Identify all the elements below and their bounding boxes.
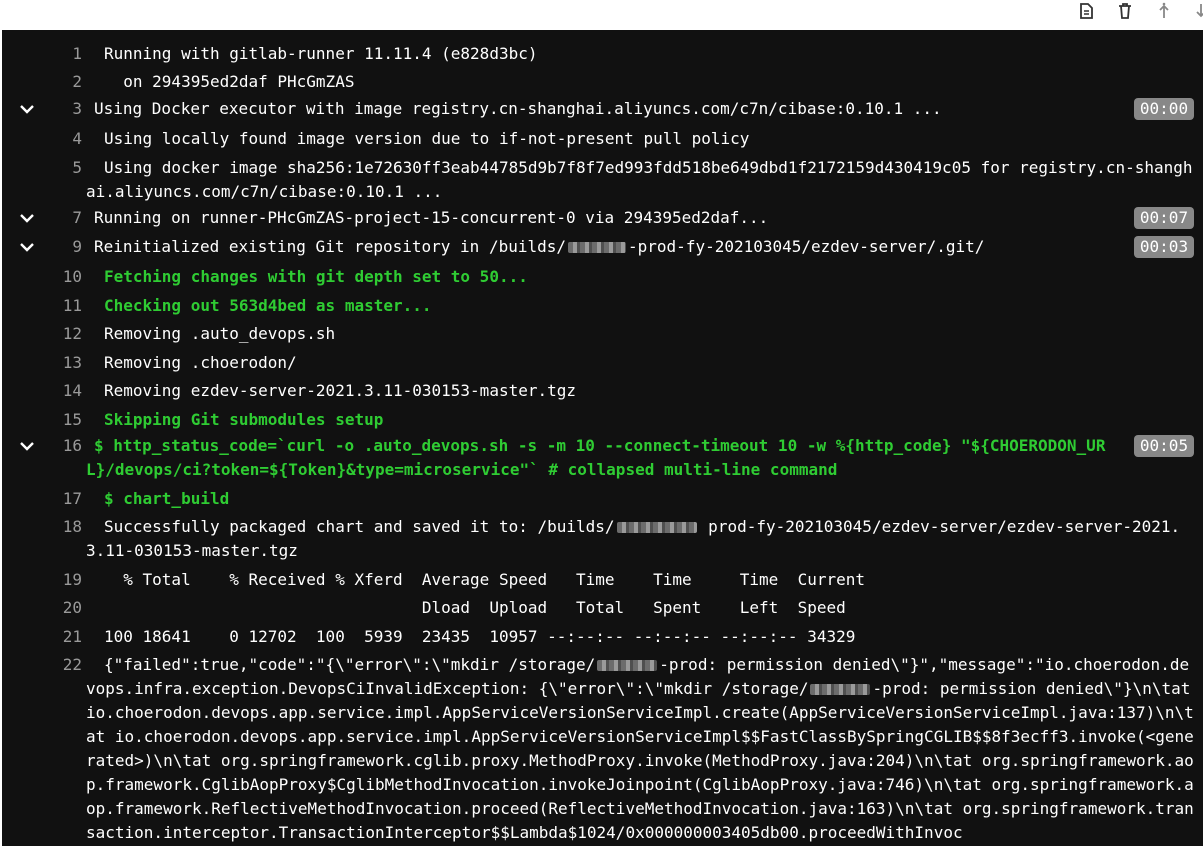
line-number[interactable]: 14: [63, 379, 82, 403]
log-section-header[interactable]: 16 $ http_status_code=`curl -o .auto_dev…: [2, 434, 1203, 482]
job-toolbar: [0, 0, 1203, 30]
document-icon[interactable]: [1074, 0, 1098, 22]
trash-icon[interactable]: [1113, 0, 1137, 22]
log-line: 2 on 294395ed2daf PHcGmZAS: [2, 70, 1203, 94]
redacted-text: [597, 660, 658, 671]
redacted-text: [568, 242, 627, 253]
job-log: 1 Running with gitlab-runner 11.11.4 (e8…: [2, 30, 1203, 846]
log-line: 10 Fetching changes with git depth set t…: [2, 265, 1203, 289]
line-number[interactable]: 20: [63, 596, 82, 620]
log-section-header[interactable]: 3 Using Docker executor with image regis…: [2, 97, 1203, 121]
line-number[interactable]: 9: [72, 235, 82, 259]
line-number[interactable]: 11: [63, 294, 82, 318]
line-number[interactable]: 15: [63, 408, 82, 432]
log-line: 5 Using docker image sha256:1e72630ff3ea…: [2, 156, 1203, 204]
log-line: 17 $ chart_build: [2, 487, 1203, 511]
log-line: 19 % Total % Received % Xferd Average Sp…: [2, 568, 1203, 592]
line-number[interactable]: 10: [63, 265, 82, 289]
line-number[interactable]: 17: [63, 487, 82, 511]
log-line: 15 Skipping Git submodules setup: [2, 408, 1203, 432]
section-duration-badge: 00:00: [1134, 98, 1194, 120]
log-line: 13 Removing .choerodon/: [2, 351, 1203, 375]
log-text-segment: {"failed":true,"code":"{\"error\":\"mkdi…: [104, 655, 596, 674]
chevron-down-icon[interactable]: [18, 101, 36, 117]
log-text-segment: Successfully packaged chart and saved it…: [104, 517, 615, 536]
log-text-segment: Reinitialized existing Git repository in…: [94, 237, 567, 256]
log-text: Dload Upload Total Spent Left Speed: [104, 598, 846, 617]
line-number[interactable]: 4: [72, 127, 82, 151]
log-text: Reinitialized existing Git repository in…: [94, 235, 1114, 259]
log-line: 22 {"failed":true,"code":"{\"error\":\"m…: [2, 653, 1203, 845]
line-number[interactable]: 18: [63, 515, 82, 539]
log-text: $ chart_build: [104, 489, 230, 508]
log-section-header[interactable]: 9 Reinitialized existing Git repository …: [2, 235, 1203, 259]
chevron-down-icon[interactable]: [18, 438, 36, 454]
log-text: 100 18641 0 12702 100 5939 23435 10957 -…: [104, 627, 856, 646]
log-text: Checking out 563d4bed as master...: [104, 296, 432, 315]
chevron-down-icon[interactable]: [18, 210, 36, 226]
log-text: Using locally found image version due to…: [104, 129, 750, 148]
redacted-text: [616, 522, 697, 533]
log-text: Skipping Git submodules setup: [104, 410, 384, 429]
line-number[interactable]: 12: [63, 322, 82, 346]
log-text-segment: -prod: permission denied\"}\n\tat io.cho…: [86, 679, 1200, 842]
line-number[interactable]: 13: [63, 351, 82, 375]
line-number[interactable]: 21: [63, 625, 82, 649]
scroll-bottom-icon[interactable]: [1189, 0, 1203, 22]
redacted-text: [810, 684, 871, 695]
chevron-down-icon[interactable]: [18, 239, 36, 255]
log-text: Removing ezdev-server-2021.3.11-030153-m…: [104, 381, 577, 400]
log-text: Removing .auto_devops.sh: [104, 324, 336, 343]
log-section-header[interactable]: 7 Running on runner-PHcGmZAS-project-15-…: [2, 206, 1203, 230]
line-number[interactable]: 5: [72, 156, 82, 180]
log-line: 21 100 18641 0 12702 100 5939 23435 1095…: [2, 625, 1203, 649]
line-number[interactable]: 7: [72, 206, 82, 230]
log-line: 14 Removing ezdev-server-2021.3.11-03015…: [2, 379, 1203, 403]
log-line: 18 Successfully packaged chart and saved…: [2, 515, 1203, 563]
line-number[interactable]: 3: [72, 97, 82, 121]
log-line: 11 Checking out 563d4bed as master...: [2, 294, 1203, 318]
log-text: Using docker image sha256:1e72630ff3eab4…: [86, 158, 1193, 201]
log-text: % Total % Received % Xferd Average Speed…: [104, 570, 865, 589]
log-text: Running on runner-PHcGmZAS-project-15-co…: [94, 208, 769, 227]
log-text: Removing .choerodon/: [104, 353, 297, 372]
log-line: 20 Dload Upload Total Spent Left Speed: [2, 596, 1203, 620]
line-number[interactable]: 22: [63, 653, 82, 677]
section-duration-badge: 00:07: [1134, 207, 1194, 229]
log-text: Fetching changes with git depth set to 5…: [104, 267, 528, 286]
scroll-top-icon[interactable]: [1152, 0, 1176, 22]
line-number[interactable]: 19: [63, 568, 82, 592]
log-text: Successfully packaged chart and saved it…: [86, 515, 1194, 563]
line-number[interactable]: 1: [72, 42, 82, 66]
line-number[interactable]: 2: [72, 70, 82, 94]
log-line: 1 Running with gitlab-runner 11.11.4 (e8…: [2, 42, 1203, 66]
log-text-segment: -prod-fy-202103045/ezdev-server/.git/: [628, 237, 985, 256]
line-number[interactable]: 16: [63, 434, 82, 458]
log-line: 12 Removing .auto_devops.sh: [2, 322, 1203, 346]
log-text: Running with gitlab-runner 11.11.4 (e828…: [104, 44, 538, 63]
log-text: on 294395ed2daf PHcGmZAS: [104, 72, 355, 91]
log-text: {"failed":true,"code":"{\"error\":\"mkdi…: [86, 653, 1194, 845]
log-text: $ http_status_code=`curl -o .auto_devops…: [86, 436, 1106, 479]
section-duration-badge: 00:03: [1134, 236, 1194, 258]
section-duration-badge: 00:05: [1134, 435, 1194, 457]
log-text: Using Docker executor with image registr…: [94, 99, 942, 118]
log-line: 4 Using locally found image version due …: [2, 127, 1203, 151]
